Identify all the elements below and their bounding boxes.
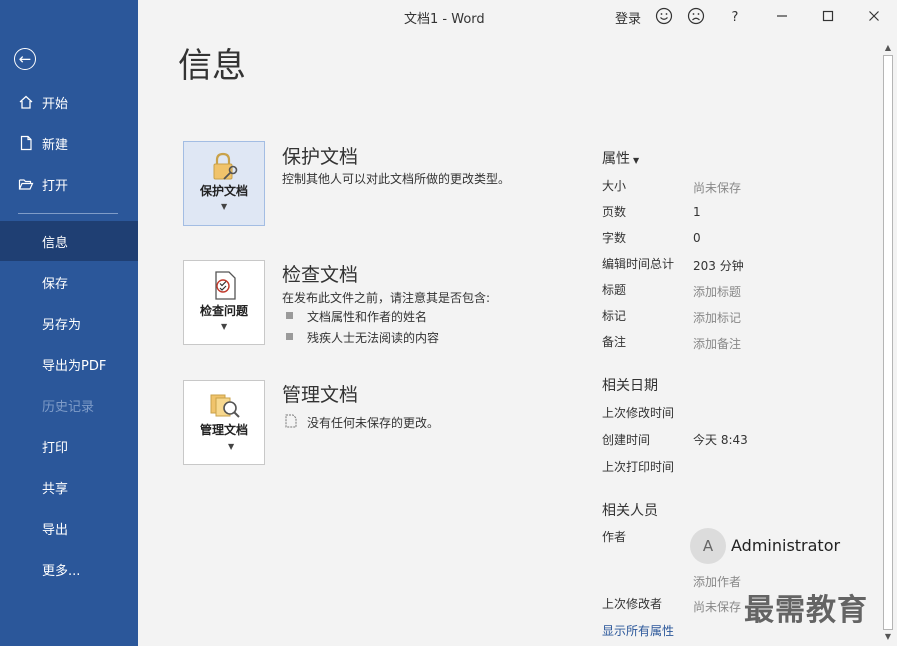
minimize-icon[interactable] [772, 6, 792, 26]
author-name[interactable]: Administrator [731, 536, 840, 555]
help-icon[interactable]: ? [725, 6, 745, 26]
manage-document-label: 管理文档 [199, 423, 248, 437]
last-modified-by-value: 尚未保存 [693, 600, 742, 614]
date-label: 创建时间 [602, 433, 651, 447]
sidebar-item-home[interactable]: 开始 [0, 82, 138, 122]
bullet-icon [286, 333, 293, 340]
sidebar-item-new[interactable]: 新建 [0, 123, 138, 163]
property-label: 字数 [602, 231, 627, 245]
property-value: 0 [693, 231, 701, 245]
sidebar-item-print[interactable]: 打印 [0, 426, 138, 466]
protect-document-label: 保护文档 [199, 184, 248, 198]
sidebar-item-label: 打开 [42, 178, 69, 194]
inspect-bullet: 文档属性和作者的姓名 [307, 310, 428, 324]
sidebar-item-label: 开始 [42, 96, 69, 112]
sidebar-item-label: 信息 [42, 235, 69, 251]
avatar: A [690, 528, 726, 564]
frown-icon[interactable] [686, 6, 706, 26]
protect-title: 保护文档 [282, 146, 359, 168]
scroll-down-icon[interactable]: ▼ [881, 630, 895, 643]
inspect-desc: 在发布此文件之前，请注意其是否包含: [282, 291, 491, 305]
manage-title: 管理文档 [282, 384, 359, 406]
title-bar: 文档1 - Word 登录 ? [138, 0, 897, 32]
sidebar-item-save[interactable]: 保存 [0, 262, 138, 302]
date-label: 上次修改时间 [602, 406, 675, 420]
sidebar-item-save-as[interactable]: 另存为 [0, 303, 138, 343]
page-title: 信息 [178, 46, 246, 86]
inspect-title: 检查文档 [282, 264, 359, 286]
last-modified-by-label: 上次修改者 [602, 597, 663, 611]
sidebar-divider [18, 213, 118, 214]
add-author-field[interactable]: 添加作者 [693, 573, 741, 590]
property-label: 标题 [602, 283, 627, 297]
document-dashed-icon [285, 414, 297, 428]
property-label: 编辑时间总计 [602, 257, 675, 271]
chevron-down-icon: ▼ [228, 442, 235, 451]
lock-key-icon [213, 152, 238, 180]
sidebar-item-label: 打印 [42, 440, 69, 456]
property-value: 203 分钟 [693, 259, 744, 273]
sidebar-item-label: 保存 [42, 276, 69, 292]
sidebar-item-label: 另存为 [42, 317, 82, 333]
check-issues-label: 检查问题 [199, 304, 248, 318]
sidebar-item-label: 共享 [42, 481, 69, 497]
back-arrow-icon[interactable]: ← [14, 48, 36, 70]
add-tags-field[interactable]: 添加标记 [693, 309, 741, 326]
add-title-field[interactable]: 添加标题 [693, 283, 741, 300]
properties-header-label: 属性 [602, 151, 630, 167]
close-icon[interactable] [864, 6, 884, 26]
dates-header: 相关日期 [602, 378, 658, 394]
property-label: 标记 [602, 309, 627, 323]
add-comments-field[interactable]: 添加备注 [693, 335, 741, 352]
window-title: 文档1 - Word [404, 12, 485, 27]
date-value: 今天 8:43 [693, 433, 748, 447]
property-label: 大小 [602, 179, 627, 193]
date-label: 上次打印时间 [602, 460, 675, 474]
property-value: 尚未保存 [693, 181, 742, 195]
inspect-document-icon [215, 271, 236, 300]
scroll-up-icon[interactable]: ▲ [881, 41, 895, 54]
backstage-sidebar: ← 开始 新建 打开 信息 保存 另存为 导出为PDF 历史记录 打印 共享 导… [0, 0, 138, 646]
sidebar-item-label: 导出 [42, 522, 69, 538]
smile-icon[interactable] [654, 6, 674, 26]
author-label: 作者 [602, 530, 627, 544]
property-value: 1 [693, 205, 701, 219]
open-folder-icon [18, 179, 34, 190]
chevron-down-icon: ▼ [221, 202, 228, 211]
people-header: 相关人员 [602, 503, 658, 519]
protect-desc: 控制其他人可以对此文档所做的更改类型。 [282, 172, 511, 186]
sidebar-item-history: 历史记录 [0, 385, 138, 425]
chevron-down-icon: ▼ [633, 156, 640, 165]
sidebar-item-share[interactable]: 共享 [0, 467, 138, 507]
show-all-properties-link[interactable]: 显示所有属性 [602, 622, 674, 639]
check-issues-button[interactable]: 检查问题 ▼ [183, 260, 265, 345]
properties-header[interactable]: 属性 ▼ [602, 148, 639, 168]
scrollbar-thumb[interactable] [883, 55, 893, 630]
sidebar-item-export[interactable]: 导出 [0, 508, 138, 548]
svg-text:?: ? [732, 10, 739, 25]
sidebar-item-label: 导出为PDF [42, 358, 107, 374]
property-label: 页数 [602, 205, 627, 219]
home-icon [19, 95, 33, 109]
sidebar-item-label: 更多... [42, 563, 81, 579]
manage-document-button[interactable]: 管理文档 ▼ [183, 380, 265, 465]
bullet-icon [286, 312, 293, 319]
property-label: 备注 [602, 335, 627, 349]
manage-documents-icon [210, 394, 240, 418]
sidebar-item-label: 新建 [42, 137, 69, 153]
sidebar-item-label: 历史记录 [42, 399, 95, 415]
chevron-down-icon: ▼ [221, 322, 228, 331]
new-document-icon [20, 135, 32, 151]
login-link[interactable]: 登录 [615, 8, 641, 27]
sidebar-item-export-pdf[interactable]: 导出为PDF [0, 344, 138, 384]
sidebar-item-info[interactable]: 信息 [0, 221, 138, 261]
maximize-icon[interactable] [818, 6, 838, 26]
protect-document-button[interactable]: 保护文档 ▼ [183, 141, 265, 226]
manage-desc: 没有任何未保存的更改。 [307, 416, 440, 430]
inspect-bullet: 残疾人士无法阅读的内容 [307, 331, 440, 345]
sidebar-item-open[interactable]: 打开 [0, 164, 138, 204]
watermark-text: 最需教育 [744, 593, 868, 628]
sidebar-item-more[interactable]: 更多... [0, 549, 138, 589]
